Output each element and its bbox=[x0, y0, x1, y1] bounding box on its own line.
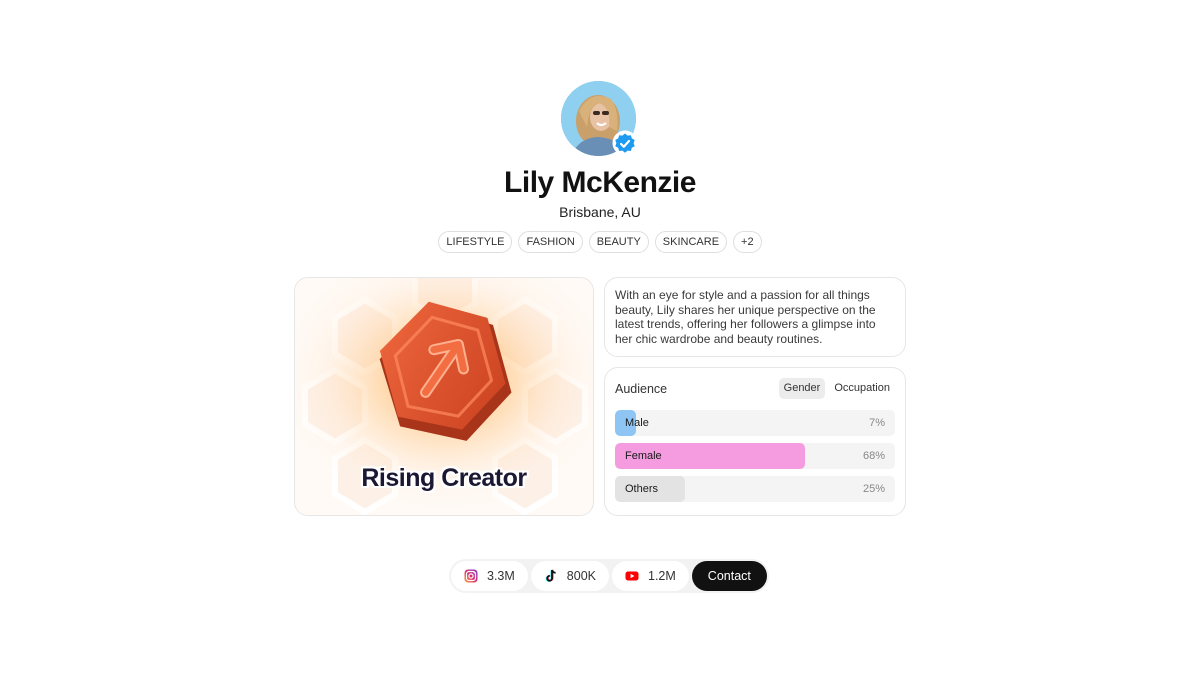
profile-name: Lily McKenzie bbox=[504, 166, 696, 199]
youtube-count: 1.2M bbox=[648, 569, 676, 583]
audience-title: Audience bbox=[615, 382, 668, 396]
social-stats-bar: 3.3M 800K 1.2M Contact bbox=[449, 559, 769, 593]
tiktok-stat[interactable]: 800K bbox=[530, 561, 609, 591]
rising-creator-card: Rising Creator bbox=[294, 277, 594, 516]
bio-card: With an eye for style and a passion for … bbox=[604, 277, 906, 357]
audience-bar-male: Male 7% bbox=[615, 410, 895, 436]
bio-text: With an eye for style and a passion for … bbox=[615, 288, 876, 346]
tag-fashion[interactable]: FASHION bbox=[518, 231, 583, 253]
youtube-stat[interactable]: 1.2M bbox=[612, 561, 689, 591]
creator-profile-page: Lily McKenzie Brisbane, AU LIFESTYLE FAS… bbox=[0, 0, 1200, 675]
tiktok-icon bbox=[545, 569, 556, 582]
audience-bar-others: Others 25% bbox=[615, 476, 895, 502]
bar-label: Others bbox=[625, 483, 659, 495]
badge-title: Rising Creator bbox=[361, 464, 527, 492]
youtube-icon bbox=[625, 571, 639, 581]
audience-card: Audience Gender Occupation Male 7% Femal… bbox=[604, 367, 906, 516]
instagram-stat[interactable]: 3.3M bbox=[451, 561, 528, 591]
bar-label: Male bbox=[625, 417, 649, 429]
tab-gender[interactable]: Gender bbox=[778, 378, 826, 399]
tag-more[interactable]: +2 bbox=[733, 231, 762, 253]
tag-skincare[interactable]: SKINCARE bbox=[654, 231, 728, 253]
tag-beauty[interactable]: BEAUTY bbox=[588, 231, 649, 253]
bar-value: 25% bbox=[862, 483, 885, 495]
contact-button[interactable]: Contact bbox=[691, 561, 767, 591]
bar-value: 7% bbox=[869, 417, 885, 429]
category-tags: LIFESTYLE FASHION BEAUTY SKINCARE +2 bbox=[0, 231, 1200, 253]
avatar[interactable] bbox=[561, 81, 638, 156]
bar-value: 68% bbox=[862, 450, 885, 462]
audience-bar-female: Female 68% bbox=[615, 443, 895, 469]
audience-tabs: Gender Occupation bbox=[778, 378, 895, 399]
tag-lifestyle[interactable]: LIFESTYLE bbox=[438, 231, 513, 253]
tab-occupation[interactable]: Occupation bbox=[829, 378, 895, 399]
tiktok-count: 800K bbox=[566, 569, 596, 583]
profile-location: Brisbane, AU bbox=[559, 204, 641, 220]
bar-label: Female bbox=[625, 450, 662, 462]
verified-badge-icon bbox=[612, 130, 638, 156]
instagram-count: 3.3M bbox=[487, 569, 515, 583]
instagram-icon bbox=[464, 569, 478, 583]
